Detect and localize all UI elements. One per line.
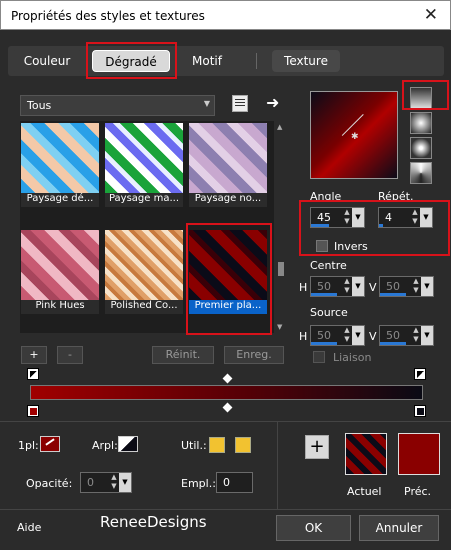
bottom-stop-right-icon[interactable] xyxy=(414,405,426,417)
link-checkbox[interactable] xyxy=(313,351,325,363)
top-stop-left-icon[interactable] xyxy=(27,368,39,380)
gallery-item-label: Paysage dé... xyxy=(21,193,99,207)
gallery-item-label: Paysage no... xyxy=(189,193,267,207)
scroll-up-icon[interactable]: ▲ xyxy=(277,123,282,131)
category-value: Tous xyxy=(27,99,52,112)
file-icon[interactable] xyxy=(232,95,248,112)
location-label: Empl.: xyxy=(181,477,216,490)
source-label: Source xyxy=(310,306,348,319)
midpoint-bottom-handle[interactable] xyxy=(222,402,233,413)
source-h-label: H xyxy=(299,330,308,343)
title-bar: Propriétés des styles et textures ✕ xyxy=(0,0,451,30)
gallery-item[interactable]: Paysage dé... xyxy=(21,123,99,207)
reset-button[interactable]: Réinit. xyxy=(152,346,214,364)
gradient-preview[interactable]: ✱ xyxy=(310,91,398,179)
watermark: ReneeDesigns xyxy=(100,513,207,531)
scrollbar-thumb[interactable] xyxy=(278,262,284,276)
center-v-label: V xyxy=(369,281,377,294)
background-label: Arpl: xyxy=(92,439,118,452)
tab-divider xyxy=(256,53,257,69)
arrow-right-icon[interactable]: ➜ xyxy=(266,93,279,112)
close-icon[interactable]: ✕ xyxy=(424,5,438,25)
add-button[interactable]: + xyxy=(21,346,47,364)
gallery-item[interactable]: Paysage no... xyxy=(189,123,267,207)
chevron-down-icon: ▼ xyxy=(203,99,210,108)
center-h-label: H xyxy=(299,281,308,294)
gradient-bar[interactable] xyxy=(30,385,423,400)
save-button[interactable]: Enreg. xyxy=(224,346,284,364)
cancel-button[interactable]: Annuler xyxy=(359,515,439,541)
thumbnail xyxy=(189,123,267,193)
gallery-scrollbar[interactable]: ▲ ▼ xyxy=(276,123,286,399)
midpoint-top-handle[interactable] xyxy=(222,373,233,384)
util-label: Util.: xyxy=(181,439,207,452)
tab-couleur[interactable]: Couleur xyxy=(12,50,82,72)
sunburst-style-button[interactable] xyxy=(410,137,432,159)
tab-motif[interactable]: Motif xyxy=(182,50,232,72)
gallery-item[interactable]: Polished Co... xyxy=(105,230,183,314)
highlight-frame xyxy=(186,223,272,335)
bottom-stop-left-icon[interactable] xyxy=(27,405,39,417)
invert-checkbox[interactable] xyxy=(316,240,328,252)
util-swatch-2[interactable] xyxy=(235,437,251,453)
source-v-spinner[interactable]: 50 ▲ ▼ ▼ xyxy=(379,325,434,346)
thumbnail xyxy=(105,123,183,193)
gallery-item[interactable]: Paysage ma... xyxy=(105,123,183,207)
top-stop-right-icon[interactable] xyxy=(414,368,426,380)
scroll-down-icon[interactable]: ▼ xyxy=(277,323,282,331)
location-field[interactable]: 0 xyxy=(216,472,253,493)
remove-button[interactable]: - xyxy=(57,346,83,364)
center-h-spinner[interactable]: 50 ▲ ▼ ▼ xyxy=(310,276,365,297)
source-h-spinner[interactable]: 50 ▲ ▼ ▼ xyxy=(310,325,365,346)
link-label: Liaison xyxy=(333,351,372,364)
add-color-button[interactable]: + xyxy=(305,435,329,459)
previous-label: Préc. xyxy=(404,485,432,498)
previous-swatch[interactable] xyxy=(398,433,440,475)
gallery-item[interactable]: Pink Hues xyxy=(21,230,99,314)
divider xyxy=(277,421,278,511)
help-link[interactable]: Aide xyxy=(17,521,41,534)
center-handle-icon[interactable]: ✱ xyxy=(351,132,359,142)
current-swatch[interactable] xyxy=(345,433,387,475)
radial-style-button[interactable] xyxy=(410,162,432,184)
ok-button[interactable]: OK xyxy=(276,515,351,541)
highlight-frame xyxy=(402,80,449,110)
gallery-item-label: Polished Co... xyxy=(105,300,183,314)
center-v-spinner[interactable]: 50 ▲ ▼ ▼ xyxy=(379,276,434,297)
invert-label: Invers xyxy=(334,240,368,253)
rectangular-style-button[interactable] xyxy=(410,112,432,134)
current-label: Actuel xyxy=(347,485,382,498)
foreground-swatch[interactable] xyxy=(40,436,60,452)
background-swatch[interactable] xyxy=(118,436,138,452)
foreground-label: 1pl: xyxy=(18,439,39,452)
thumbnail xyxy=(21,123,99,193)
util-swatch-1[interactable] xyxy=(209,437,225,453)
opacity-spinner[interactable]: 0 ▲ ▼ ▼ xyxy=(80,472,132,493)
tab-texture[interactable]: Texture xyxy=(272,50,340,72)
thumbnail xyxy=(105,230,183,300)
center-label: Centre xyxy=(310,259,347,272)
category-select[interactable]: Tous ▼ xyxy=(20,95,215,116)
gallery-item-label: Paysage ma... xyxy=(105,193,183,207)
opacity-label: Opacité: xyxy=(26,477,73,490)
gallery-item-label: Pink Hues xyxy=(21,300,99,314)
divider xyxy=(0,421,451,422)
highlight-frame xyxy=(86,42,177,79)
window-title: Propriétés des styles et textures xyxy=(11,9,205,23)
source-v-label: V xyxy=(369,330,377,343)
thumbnail xyxy=(21,230,99,300)
